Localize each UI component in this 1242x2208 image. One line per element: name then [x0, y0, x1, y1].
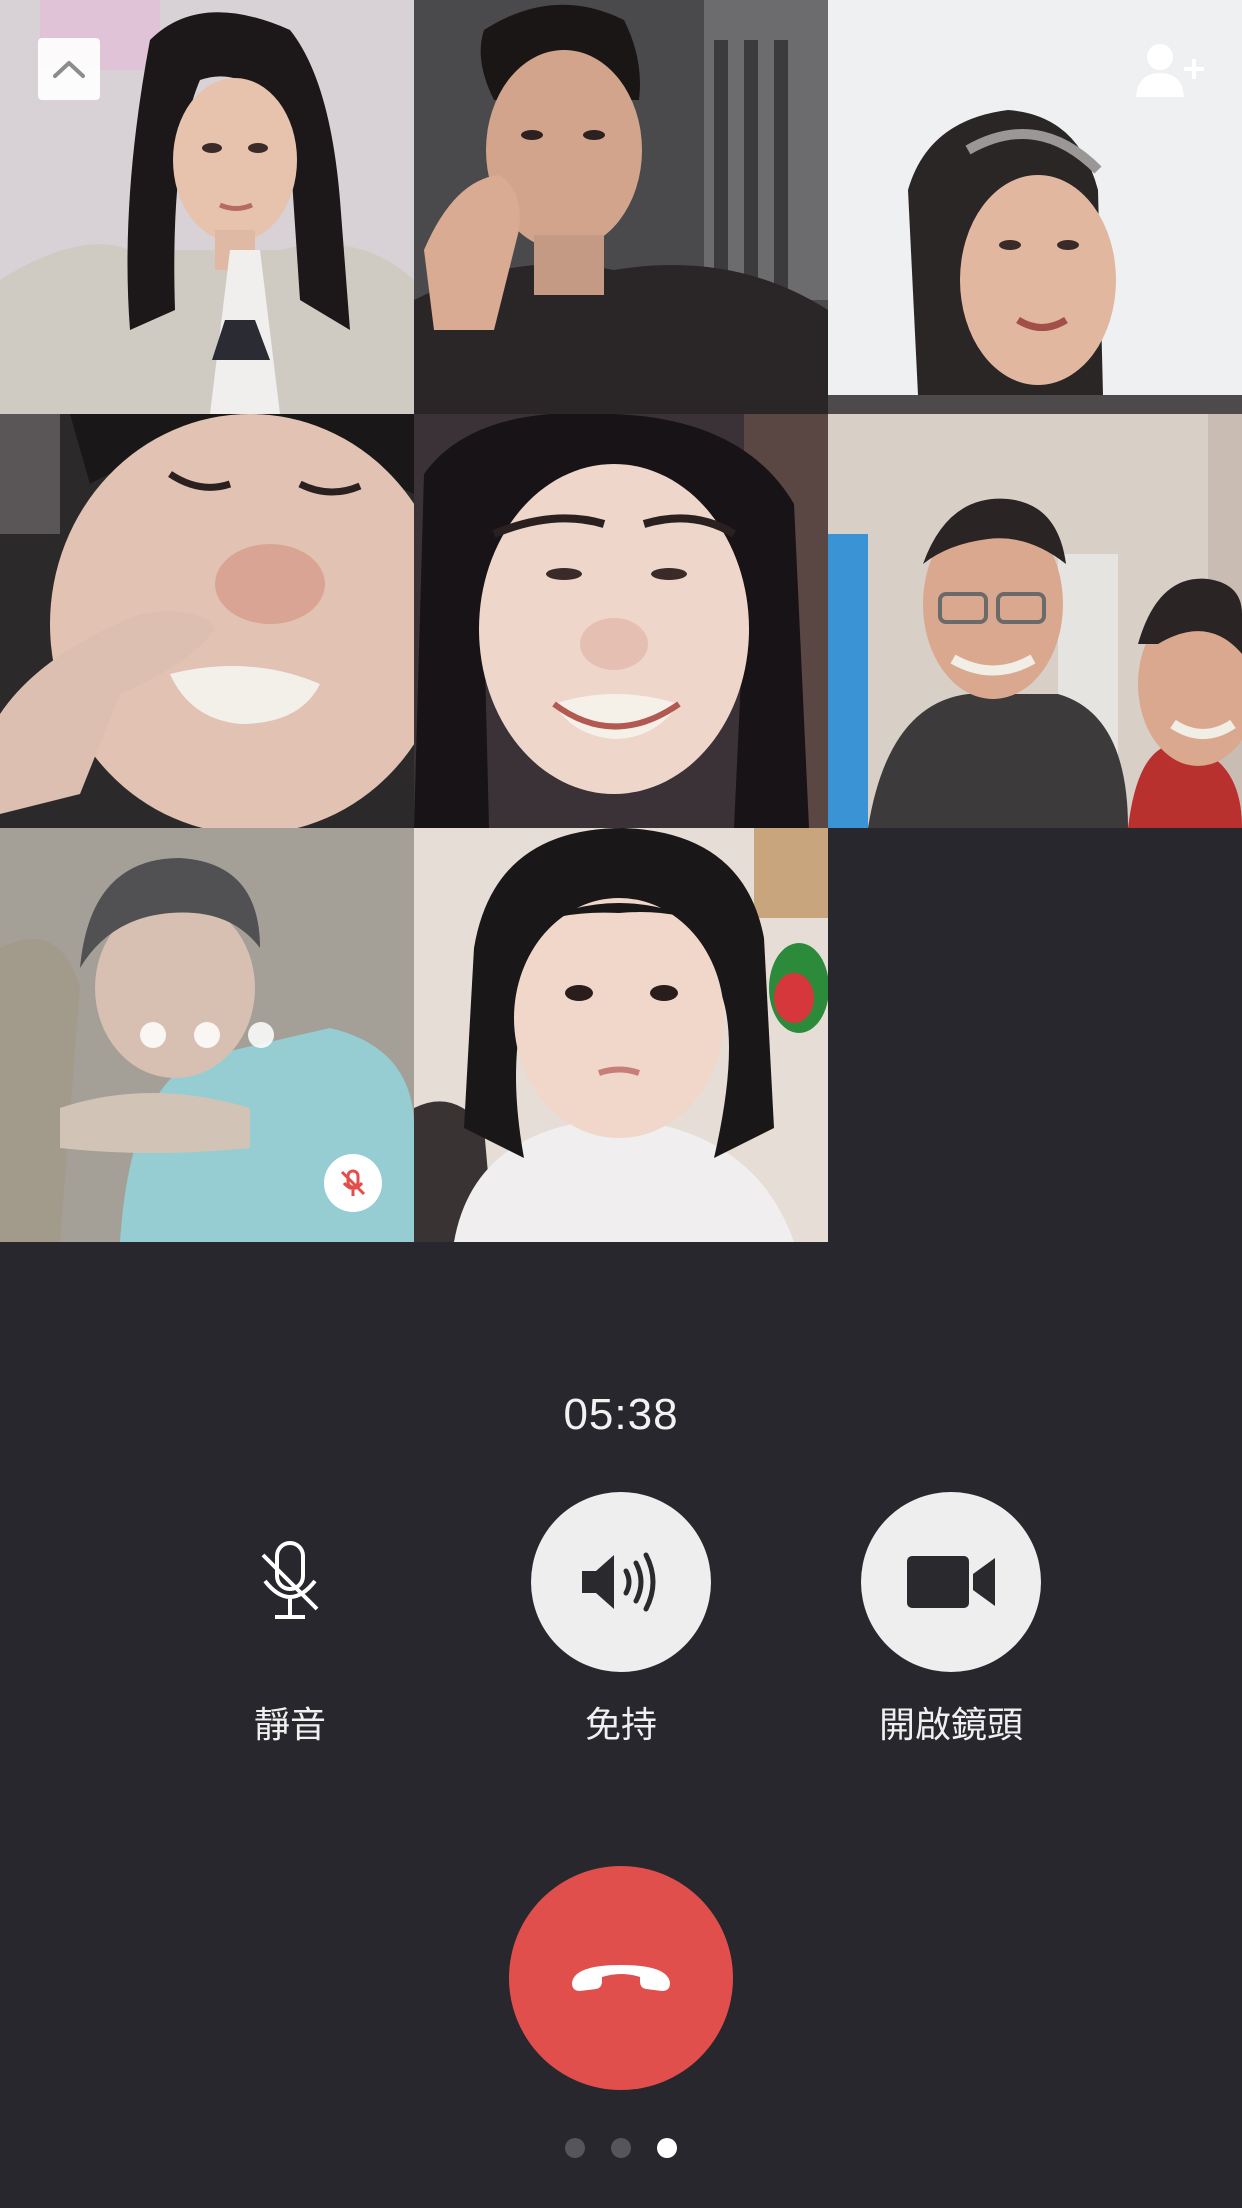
mute-button[interactable]: 靜音	[200, 1492, 380, 1748]
page-dot[interactable]	[611, 2138, 631, 2158]
speaker-icon	[582, 1552, 656, 1612]
page-dot[interactable]	[565, 2138, 585, 2158]
mute-button-circle[interactable]	[200, 1492, 380, 1672]
camera-button[interactable]: 開啟鏡頭	[861, 1492, 1041, 1748]
camera-button-circle[interactable]	[861, 1492, 1041, 1672]
participant-video-tile[interactable]	[414, 0, 828, 414]
mute-label: 靜音	[253, 1705, 326, 1746]
mic-off-icon	[261, 1541, 319, 1619]
participant-video-tile[interactable]	[828, 414, 1242, 828]
camera-label: 開啟鏡頭	[878, 1705, 1023, 1746]
call-duration-timer: 05:38	[563, 1390, 679, 1439]
minimize-call-button[interactable]	[38, 38, 100, 100]
add-user-icon	[1136, 44, 1204, 97]
add-participant-button[interactable]	[1130, 38, 1210, 102]
participant-video-tile[interactable]	[414, 414, 828, 828]
speaker-button[interactable]: 免持	[531, 1492, 711, 1748]
connecting-dot	[248, 1022, 274, 1048]
participant-video-man-hand-on-face	[414, 0, 828, 414]
page-dot-active[interactable]	[657, 2138, 677, 2158]
participant-video-woman-smiling	[414, 414, 828, 828]
participant-video-toddler	[414, 828, 828, 1242]
chevron-up-icon	[53, 61, 85, 78]
participant-video-tile[interactable]	[0, 828, 414, 1242]
participant-video-grid	[0, 0, 1242, 1242]
group-video-call-screen: 05:38 靜音 免持 開啟鏡頭	[0, 0, 1242, 2208]
video-camera-icon	[907, 1556, 995, 1608]
participant-video-couple-smiling	[828, 414, 1242, 828]
speaker-button-circle[interactable]	[531, 1492, 711, 1672]
participant-video-tile[interactable]	[0, 414, 414, 828]
participant-video-tile[interactable]	[414, 828, 828, 1242]
connecting-dot	[194, 1022, 220, 1048]
speaker-label: 免持	[584, 1705, 657, 1746]
page-indicator	[0, 2138, 1242, 2158]
phone-hangup-icon	[572, 1965, 670, 1991]
connecting-dot	[140, 1022, 166, 1048]
participant-muted-badge	[324, 1154, 382, 1212]
mic-off-icon	[340, 1169, 366, 1196]
participant-video-girl-finger-on-nose	[0, 414, 414, 828]
end-call-button[interactable]	[509, 1866, 733, 2090]
